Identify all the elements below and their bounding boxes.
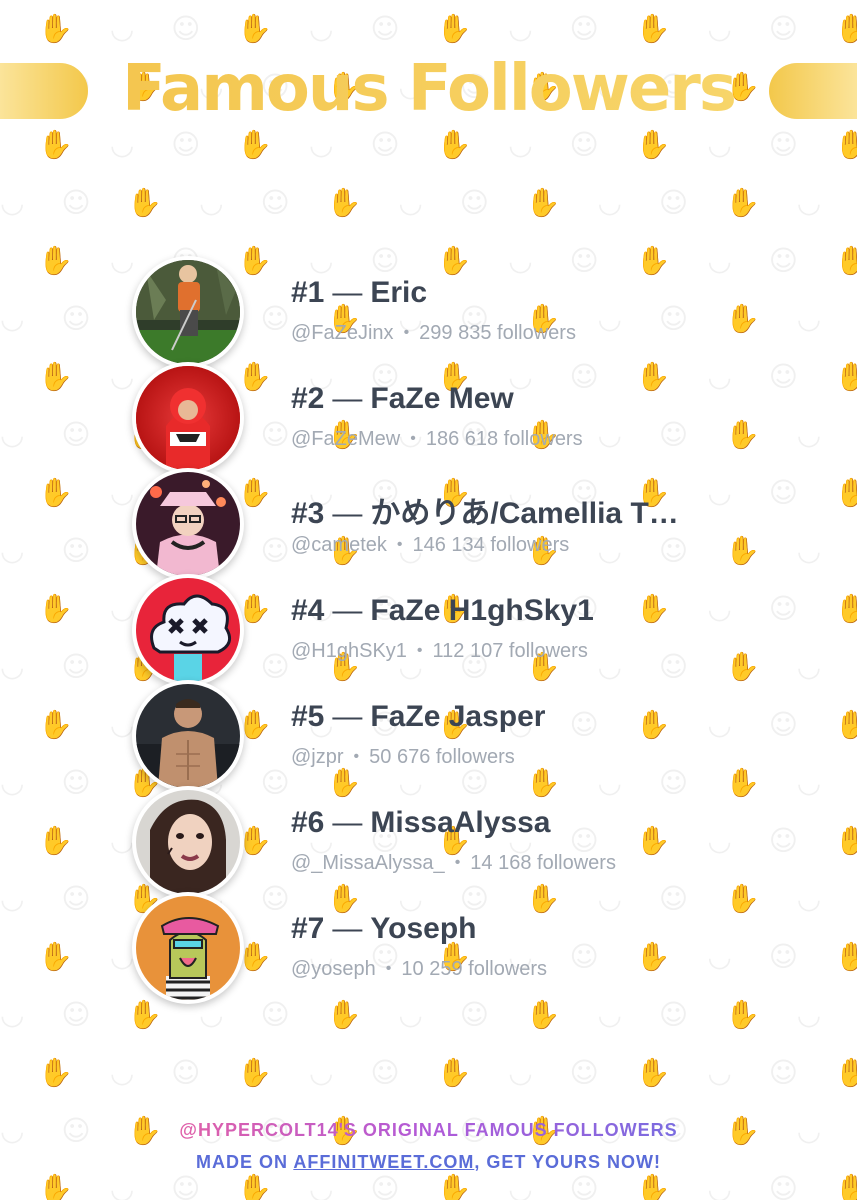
cartoon-cloud-avatar <box>136 578 240 682</box>
follower-handle[interactable]: @FaZeMew <box>291 428 400 450</box>
separator-dot: • <box>416 642 423 659</box>
person-shirtless-avatar <box>136 684 240 788</box>
follower-entry[interactable]: #1— Eric @FaZeJinx • 299 835 followers <box>0 256 857 368</box>
follower-display-name: FaZe Mew <box>370 382 514 415</box>
follower-meta: @_MissaAlyssa_ • 14 168 followers <box>291 852 616 875</box>
avatar[interactable] <box>132 680 244 792</box>
follower-display-name: Eric <box>370 276 428 309</box>
person-red-hoodie-avatar <box>136 366 240 470</box>
separator-dot: • <box>385 960 392 977</box>
follower-name: #2— FaZe Mew <box>291 382 514 415</box>
follower-meta: @yoseph • 10 259 followers <box>291 958 547 981</box>
separator-dot: • <box>410 430 416 447</box>
cartoon-ape-avatar <box>136 896 240 1000</box>
follower-display-name: MissaAlyssa <box>370 806 551 839</box>
follower-rank: #3 <box>291 497 325 530</box>
avatar[interactable] <box>132 574 244 686</box>
person-golfing-avatar <box>136 260 240 364</box>
follower-name: #4— FaZe H1ghSky1 <box>291 594 594 627</box>
follower-rank: #5 <box>291 700 325 733</box>
follower-rank: #4 <box>291 594 325 627</box>
footer-cta-prefix: MADE ON <box>195 1152 294 1172</box>
avatar[interactable] <box>132 786 244 898</box>
follower-entry[interactable]: #6— MissaAlyssa @_MissaAlyssa_ • 14 168 fol… <box>0 786 857 898</box>
follower-count: 186 618 followers <box>425 428 583 450</box>
follower-name: #6— MissaAlyssa <box>291 806 551 839</box>
follower-entry[interactable]: #5— FaZe Jasper @jzpr • 50 676 followers <box>0 680 857 792</box>
follower-count: 112 107 followers <box>432 640 588 662</box>
follower-meta: @cametek • 146 134 followers <box>291 534 569 557</box>
separator-dot: • <box>353 748 360 765</box>
follower-rank: #6 <box>291 806 325 839</box>
follower-handle[interactable]: @jzpr <box>291 746 344 768</box>
follower-entry[interactable]: #4— FaZe H1ghSky1 @H1ghSKy1 • 112 107 follo… <box>0 574 857 686</box>
follower-count: 299 835 followers <box>419 322 576 344</box>
follower-display-name: かめりあ/Camellia T… <box>370 497 679 530</box>
follower-rank: #2 <box>291 382 325 415</box>
footer-cta: MADE ON AFFINITWEET.COM, GET YOURS NOW! <box>0 1146 857 1178</box>
follower-meta: @jzpr • 50 676 followers <box>291 746 515 769</box>
follower-handle[interactable]: @H1ghSKy1 <box>291 640 407 662</box>
person-portrait-avatar <box>136 790 240 894</box>
follower-name: #7— Yoseph <box>291 912 477 945</box>
follower-entry[interactable]: #2— FaZe Mew @FaZeMew • 186 618 followers <box>0 362 857 474</box>
follower-meta: @H1ghSKy1 • 112 107 followers <box>291 640 588 663</box>
follower-count: 146 134 followers <box>412 534 570 556</box>
follower-handle[interactable]: @FaZeJinx <box>291 322 394 344</box>
avatar[interactable] <box>132 362 244 474</box>
follower-display-name: FaZe Jasper <box>370 700 546 733</box>
avatar[interactable] <box>132 892 244 1004</box>
follower-count: 10 259 followers <box>401 958 548 980</box>
follower-count: 14 168 followers <box>470 852 616 874</box>
footer-cta-suffix: , GET YOURS NOW! <box>474 1152 661 1172</box>
page-title: Famous Followers <box>0 52 857 126</box>
follower-count: 50 676 followers <box>369 746 515 768</box>
follower-meta: @FaZeJinx • 299 835 followers <box>291 322 576 345</box>
follower-display-name: Yoseph <box>370 912 477 945</box>
separator-dot: • <box>403 324 410 341</box>
follower-entry[interactable]: #7— Yoseph @yoseph • 10 259 followers <box>0 892 857 1004</box>
footer-credit: @HYPERCOLT14'S ORIGINAL FAMOUS FOLLOWERS <box>179 1114 677 1146</box>
follower-name: #5— FaZe Jasper <box>291 700 546 733</box>
avatar[interactable] <box>132 468 244 580</box>
separator-dot: • <box>454 854 461 871</box>
follower-name: #1— Eric <box>291 276 428 309</box>
follower-entry[interactable]: #3— かめりあ/Camellia T… @cametek • 146 134 fol… <box>0 468 857 580</box>
follower-handle[interactable]: @_MissaAlyssa_ <box>291 852 445 874</box>
follower-rank: #7 <box>291 912 325 945</box>
follower-handle[interactable]: @cametek <box>291 534 387 556</box>
follower-name: #3— かめりあ/Camellia T… <box>291 497 679 530</box>
follower-handle[interactable]: @yoseph <box>291 958 376 980</box>
footer: @HYPERCOLT14'S ORIGINAL FAMOUS FOLLOWERS… <box>0 1114 857 1178</box>
avatar[interactable] <box>132 256 244 368</box>
follower-rank: #1 <box>291 276 325 309</box>
follower-display-name: FaZe H1ghSky1 <box>370 594 594 627</box>
separator-dot: • <box>396 536 403 553</box>
person-pink-hat-avatar <box>136 472 240 576</box>
follower-meta: @FaZeMew • 186 618 followers <box>291 428 583 451</box>
affinitweet-link[interactable]: AFFINITWEET.COM <box>293 1152 474 1172</box>
